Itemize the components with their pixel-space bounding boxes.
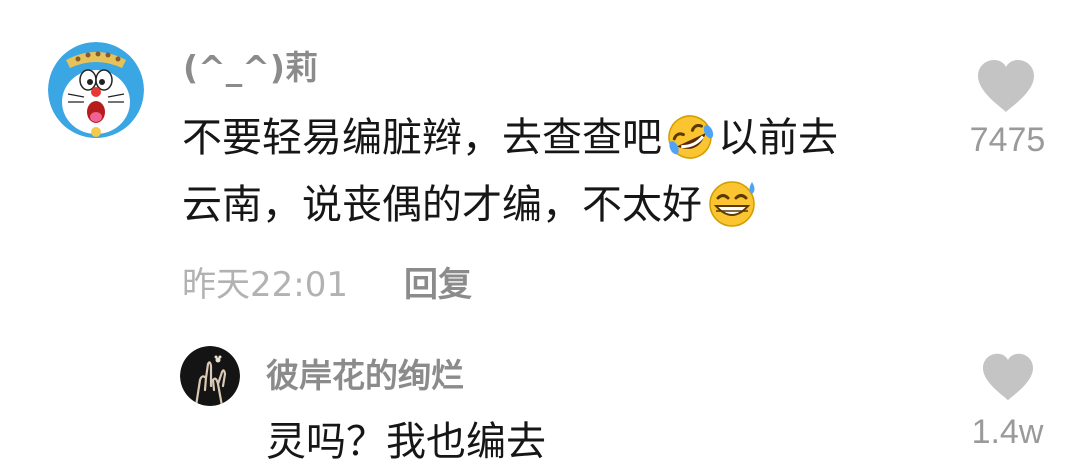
like-count: 1.4w xyxy=(971,413,1044,451)
comment-text-line-2: 云南，说丧偶的才编，不太好 xyxy=(182,175,762,245)
comment-text-line-1: 不要轻易编脏辫，去查查吧 以前去 xyxy=(182,108,838,178)
reply-button[interactable]: 回复 xyxy=(404,265,472,305)
reply-text: 灵吗？我也编去 xyxy=(266,419,546,465)
grinning-sweat-emoji-icon xyxy=(702,178,762,245)
comment-username[interactable]: (^_^)莉 xyxy=(183,48,318,88)
comment-text-segment: 云南，说丧偶的才编，不太好 xyxy=(182,182,702,228)
avatar[interactable] xyxy=(180,346,240,406)
heart-icon xyxy=(983,353,1033,401)
like-count: 7475 xyxy=(969,121,1046,159)
dark-hands-avatar-icon xyxy=(180,346,240,406)
comment-text-segment: 以前去 xyxy=(718,115,838,161)
comment-text-segment: 不要轻易编脏辫，去查查吧 xyxy=(182,115,662,161)
heart-icon xyxy=(978,60,1034,112)
doraemon-avatar-icon xyxy=(48,42,144,138)
comment-timestamp: 昨天22:01 xyxy=(182,265,348,305)
avatar[interactable] xyxy=(48,42,144,138)
reply-username[interactable]: 彼岸花的绚烂 xyxy=(266,356,464,396)
like-button[interactable] xyxy=(975,58,1037,114)
like-button[interactable] xyxy=(980,352,1036,402)
rolling-on-floor-laughing-emoji-icon xyxy=(662,113,718,178)
